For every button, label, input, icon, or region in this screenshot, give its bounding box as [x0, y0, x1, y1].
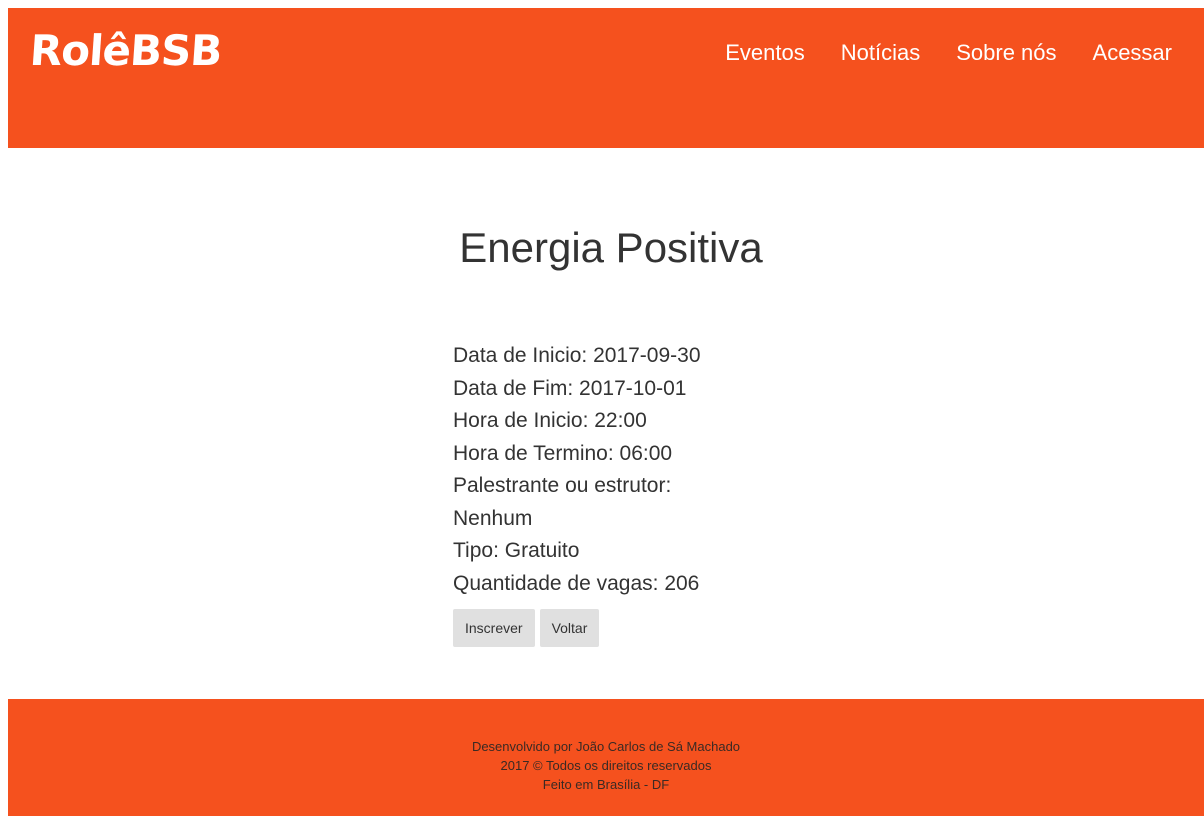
nav-link-noticias[interactable]: Notícias [841, 38, 920, 68]
event-title: Energia Positiva [459, 224, 763, 271]
footer-text: Desenvolvido por João Carlos de Sá Macha… [8, 737, 1204, 794]
footer-copyright: 2017 © Todos os direitos reservados [500, 758, 712, 773]
site-footer: Desenvolvido por João Carlos de Sá Macha… [8, 699, 1204, 816]
end-time: Hora de Termino: 06:00 [453, 441, 673, 465]
action-buttons: Inscrever Voltar [453, 609, 604, 647]
main-nav: Eventos Notícias Sobre nós Acessar [725, 38, 1204, 68]
end-date: Data de Fim: 2017-10-01 [453, 376, 687, 400]
nav-link-sobre-nos[interactable]: Sobre nós [956, 38, 1056, 68]
footer-credit: Desenvolvido por João Carlos de Sá Macha… [471, 739, 741, 754]
event-content: Energia Positiva Data de Inicio: 2017-09… [0, 148, 1204, 698]
page: RolêBSB Eventos Notícias Sobre nós Acess… [0, 0, 1204, 816]
available-spots: Quantidade de vagas: 206 [453, 571, 700, 595]
start-time: Hora de Inicio: 22:00 [453, 409, 647, 432]
speaker-label: Palestrante ou estrutor: [453, 474, 672, 497]
event-type: Tipo: Gratuito [453, 539, 580, 562]
nav-link-eventos[interactable]: Eventos [725, 38, 805, 68]
back-button[interactable]: Voltar [539, 609, 600, 647]
nav-link-acessar[interactable]: Acessar [1093, 38, 1172, 68]
start-date: Data de Inicio: 2017-09-30 [453, 344, 701, 367]
subscribe-button[interactable]: Inscrever [453, 609, 535, 647]
event-details: Data de Inicio: 2017-09-30 Data de Fim: … [453, 340, 753, 600]
site-logo[interactable]: RolêBSB [28, 24, 223, 78]
footer-location: Feito em Brasília - DF [542, 777, 670, 792]
site-header: RolêBSB Eventos Notícias Sobre nós Acess… [8, 8, 1204, 148]
speaker-value: Nenhum [453, 506, 533, 530]
